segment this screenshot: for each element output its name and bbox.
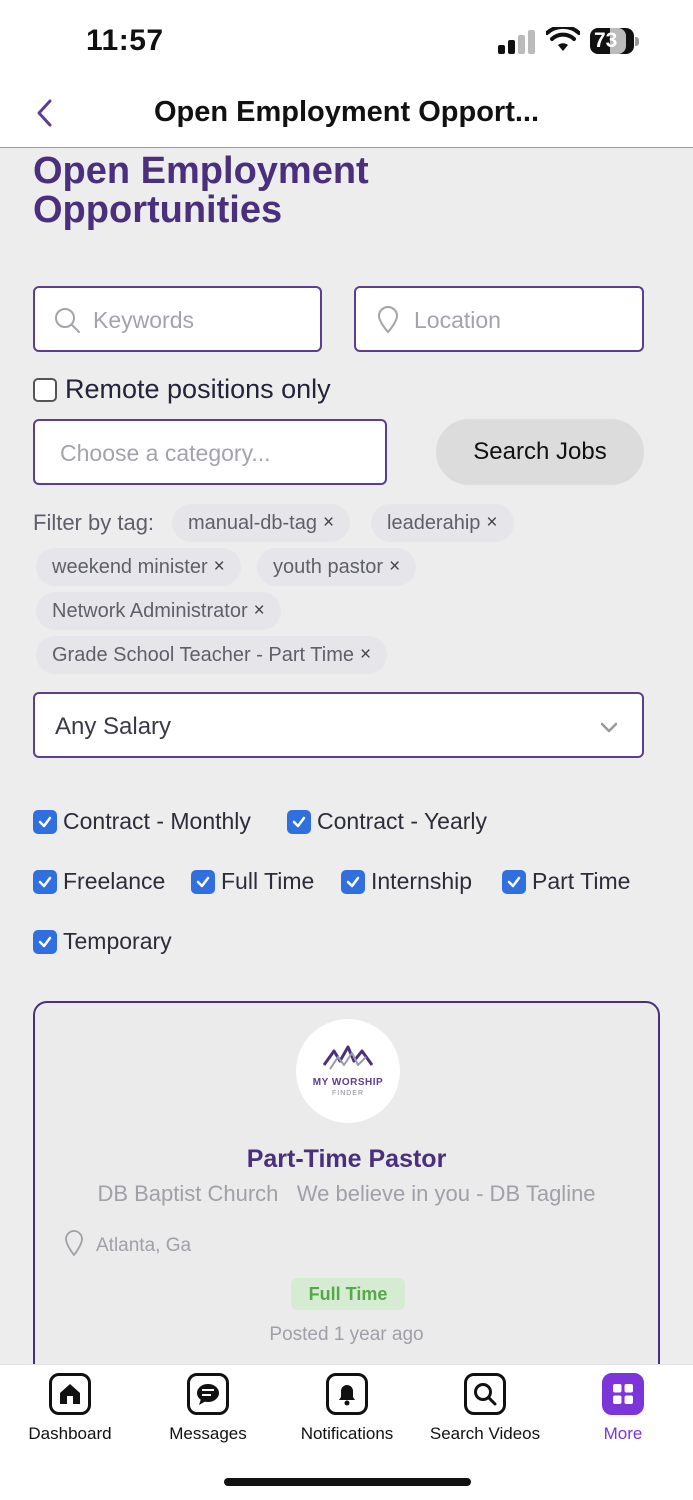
job-type-checkbox[interactable]: Part Time — [502, 868, 630, 895]
tab-label: Dashboard — [28, 1424, 112, 1443]
tag-chip[interactable]: Network Administrator × — [36, 592, 281, 630]
tab-more[interactable]: More — [553, 1373, 693, 1444]
status-bar: 11:57 73 — [0, 0, 693, 84]
tab-label: Search Videos — [429, 1424, 541, 1443]
job-type-label: Part Time — [532, 868, 631, 894]
chevron-down-icon — [600, 722, 618, 733]
check-icon — [346, 876, 360, 887]
job-type-label: Contract - Yearly — [317, 808, 488, 834]
remove-tag-icon[interactable]: × — [389, 556, 400, 578]
worship-finder-logo-icon — [322, 1045, 374, 1070]
job-type-label: Contract - Monthly — [63, 808, 251, 834]
job-type-label: Internship — [371, 868, 473, 894]
home-icon — [49, 1373, 91, 1415]
tab-dashboard[interactable]: Dashboard — [0, 1373, 140, 1444]
home-indicator — [224, 1478, 471, 1486]
job-type-label: Full Time — [221, 868, 315, 894]
company-logo: MY WORSHIP FINDER — [296, 1019, 400, 1123]
job-type-checkbox[interactable]: Contract - Yearly — [287, 808, 487, 835]
tab-messages[interactable]: Messages — [138, 1373, 278, 1444]
remove-tag-icon[interactable]: × — [486, 512, 497, 534]
logo-text: MY WORSHIP — [312, 1077, 384, 1088]
remove-tag-icon[interactable]: × — [214, 556, 225, 578]
battery-icon: 73 — [590, 28, 640, 54]
checkbox-checked[interactable] — [341, 869, 365, 894]
filter-by-tag-label: Filter by tag: — [33, 510, 155, 535]
remove-tag-icon[interactable]: × — [254, 600, 265, 622]
tag-chip[interactable]: manual-db-tag × — [172, 504, 351, 542]
job-location: Atlanta, Ga — [96, 1235, 192, 1256]
checkbox-checked[interactable] — [191, 869, 215, 894]
check-icon — [196, 876, 210, 887]
chat-icon — [187, 1373, 229, 1415]
job-type-checkbox[interactable]: Full Time — [191, 868, 314, 895]
map-pin-icon — [377, 306, 399, 334]
job-type-badge: Full Time — [291, 1278, 405, 1310]
tab-notifications[interactable]: Notifications — [277, 1373, 417, 1444]
job-type-checkbox[interactable]: Temporary — [33, 928, 172, 955]
remove-tag-icon[interactable]: × — [323, 512, 334, 534]
location-input[interactable]: Location — [354, 286, 644, 352]
check-icon — [38, 936, 52, 947]
job-type-label: Freelance — [63, 868, 166, 894]
category-select[interactable]: Choose a category... — [33, 419, 387, 485]
map-pin-icon — [65, 1230, 83, 1257]
job-type-checkbox[interactable]: Freelance — [33, 868, 165, 895]
check-icon — [292, 816, 306, 827]
salary-value: Any Salary — [55, 713, 172, 740]
tag-chip[interactable]: youth pastor × — [257, 548, 417, 586]
job-type-checkbox[interactable]: Contract - Monthly — [33, 808, 251, 835]
page-title: Open Employment Opportunities — [33, 150, 369, 231]
tab-search-videos[interactable]: Search Videos — [415, 1373, 555, 1444]
tag-chip[interactable]: Grade School Teacher - Part Time × — [36, 636, 388, 674]
bell-icon — [326, 1373, 368, 1415]
checkbox-checked[interactable] — [33, 929, 57, 954]
category-placeholder: Choose a category... — [60, 440, 271, 466]
job-title[interactable]: Part-Time Pastor — [35, 1145, 658, 1174]
tag-chip[interactable]: leaderahip × — [371, 504, 514, 542]
job-type-label: Temporary — [63, 928, 172, 954]
checkbox-checked[interactable] — [502, 869, 526, 894]
grid-icon — [602, 1373, 644, 1415]
keywords-placeholder: Keywords — [93, 307, 194, 333]
remote-only-checkbox[interactable]: Remote positions only — [33, 374, 331, 405]
location-placeholder: Location — [414, 307, 501, 333]
tag-chip[interactable]: weekend minister × — [36, 548, 241, 586]
nav-title: Open Employment Opport... — [153, 96, 540, 128]
checkbox-checked[interactable] — [33, 869, 57, 894]
checkbox-checked[interactable] — [287, 809, 311, 834]
remove-tag-icon[interactable]: × — [360, 644, 371, 666]
keywords-input[interactable]: Keywords — [33, 286, 322, 352]
nav-bar: Open Employment Opport... — [0, 84, 693, 148]
search-icon — [464, 1373, 506, 1415]
search-jobs-button[interactable]: Search Jobs — [436, 419, 644, 485]
logo-subtext: FINDER — [331, 1090, 365, 1097]
check-icon — [38, 816, 52, 827]
salary-select[interactable]: Any Salary — [33, 692, 644, 758]
checkbox-checked[interactable] — [33, 809, 57, 834]
search-icon — [55, 308, 80, 333]
wifi-icon — [546, 27, 580, 51]
job-type-checkbox[interactable]: Internship — [341, 868, 472, 895]
remote-only-label: Remote positions only — [65, 374, 331, 404]
check-icon — [38, 876, 52, 887]
tab-label: More — [603, 1424, 643, 1443]
company-name: DB Baptist Church We believe in you - DB… — [97, 1181, 596, 1206]
checkbox-unchecked[interactable] — [33, 377, 57, 402]
status-time: 11:57 — [86, 24, 164, 57]
tab-label: Messages — [169, 1424, 247, 1443]
tab-label: Notifications — [300, 1424, 394, 1443]
signal-icon — [498, 30, 536, 54]
posted-date: Posted 1 year ago — [269, 1324, 424, 1345]
check-icon — [507, 876, 521, 887]
job-card[interactable]: MY WORSHIP FINDER Part-Time Pastor DB Ba… — [33, 1001, 660, 1381]
battery-level: 73 — [594, 29, 618, 52]
